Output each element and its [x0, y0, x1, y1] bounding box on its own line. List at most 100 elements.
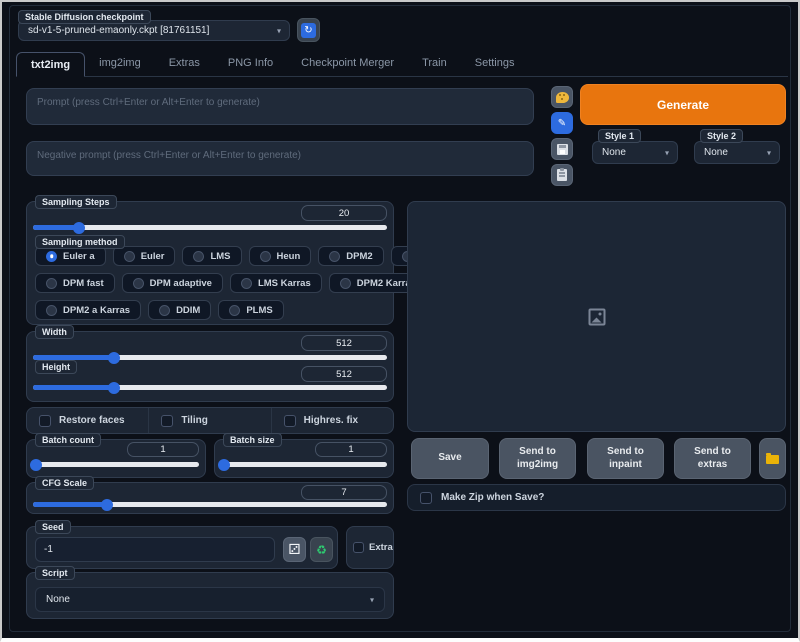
- sampling-method-option[interactable]: Euler a: [35, 246, 106, 266]
- cfg-scale-value[interactable]: 7: [301, 485, 387, 500]
- tab-img2img[interactable]: img2img: [85, 51, 155, 76]
- sampling-method-option[interactable]: DPM2 a Karras: [35, 300, 141, 320]
- width-label: Width: [35, 325, 74, 339]
- refresh-checkpoint-button[interactable]: ↻: [297, 18, 320, 42]
- slider-thumb[interactable]: [101, 499, 113, 511]
- sampling-method-option-label: DDIM: [176, 305, 200, 316]
- sampling-method-option[interactable]: DPM adaptive: [122, 273, 223, 293]
- generate-button[interactable]: Generate: [580, 84, 786, 125]
- batch-size-label: Batch size: [223, 433, 282, 447]
- radio-icon: [46, 305, 57, 316]
- radio-icon: [46, 278, 57, 289]
- save-button[interactable]: Save: [411, 438, 489, 479]
- width-slider[interactable]: [33, 355, 387, 360]
- highres-fix-checkbox[interactable]: Highres. fix: [271, 408, 393, 433]
- sampling-method-option-label: PLMS: [246, 305, 272, 316]
- cfg-panel: CFG Scale 7: [26, 482, 394, 514]
- reuse-seed-button[interactable]: ♻: [310, 537, 333, 562]
- clipboard-icon: [557, 169, 567, 181]
- send-to-inpaint-button[interactable]: Send to inpaint: [587, 438, 664, 479]
- extra-seed-label: Extra: [369, 542, 393, 553]
- style2-label: Style 2: [700, 129, 743, 143]
- radio-icon: [46, 251, 57, 262]
- sampling-steps-slider[interactable]: [33, 225, 387, 230]
- sampling-method-option[interactable]: PLMS: [218, 300, 283, 320]
- apply-style-button[interactable]: [551, 164, 573, 186]
- negative-prompt-input[interactable]: Negative prompt (press Ctrl+Enter or Alt…: [26, 141, 534, 176]
- checkbox-icon: [353, 542, 364, 553]
- save-style-button[interactable]: [551, 138, 573, 160]
- restore-faces-checkbox[interactable]: Restore faces: [27, 408, 148, 433]
- sampling-method-row-1: Euler a Euler LMS Heun DPM2 DPM2 a: [35, 246, 464, 266]
- paste-params-button[interactable]: ✎: [551, 112, 573, 134]
- tab-png-info[interactable]: PNG Info: [214, 51, 287, 76]
- tab-txt2img[interactable]: txt2img: [16, 52, 85, 77]
- style2-select[interactable]: None ▾: [694, 141, 780, 164]
- random-seed-button[interactable]: ⚂: [283, 537, 306, 562]
- slider-thumb[interactable]: [108, 382, 120, 394]
- sampling-method-option-label: DPM2 a Karras: [63, 305, 130, 316]
- chevron-down-icon: ▾: [370, 595, 374, 604]
- result-image-area: [407, 201, 786, 432]
- recycle-icon: ♻: [316, 544, 327, 556]
- tab-checkpoint-merger[interactable]: Checkpoint Merger: [287, 51, 408, 76]
- send-to-extras-button[interactable]: Send to extras: [674, 438, 751, 479]
- sampling-method-option[interactable]: DDIM: [148, 300, 211, 320]
- image-placeholder-dot: [598, 312, 601, 315]
- slider-fill: [33, 502, 107, 507]
- batch-count-value[interactable]: 1: [127, 442, 199, 457]
- send-to-img2img-button[interactable]: Send to img2img: [499, 438, 576, 479]
- slider-fill: [33, 385, 114, 390]
- palette-icon: [556, 92, 569, 103]
- style1-select[interactable]: None ▾: [592, 141, 678, 164]
- extra-seed-checkbox[interactable]: Extra: [346, 526, 394, 569]
- radio-icon: [159, 305, 170, 316]
- cfg-scale-slider[interactable]: [33, 502, 387, 507]
- sampling-method-option-label: LMS Karras: [258, 278, 311, 289]
- radio-icon: [340, 278, 351, 289]
- slider-thumb[interactable]: [73, 222, 85, 234]
- restore-faces-label: Restore faces: [59, 415, 125, 426]
- prompt-input[interactable]: Prompt (press Ctrl+Enter or Alt+Enter to…: [26, 88, 534, 125]
- tiling-label: Tiling: [181, 415, 207, 426]
- batch-size-value[interactable]: 1: [315, 442, 387, 457]
- seed-panel: Seed ⚂ ♻: [26, 526, 338, 569]
- random-artist-button[interactable]: [551, 86, 573, 108]
- sampling-method-option[interactable]: DPM fast: [35, 273, 115, 293]
- sampling-steps-value[interactable]: 20: [301, 205, 387, 221]
- batch-count-panel: Batch count 1: [26, 439, 206, 478]
- script-select[interactable]: None ▾: [35, 587, 385, 612]
- sampling-method-option[interactable]: DPM2: [318, 246, 383, 266]
- slider-thumb[interactable]: [108, 352, 120, 364]
- radio-icon: [260, 251, 271, 262]
- sampling-method-option[interactable]: Euler: [113, 246, 176, 266]
- height-value[interactable]: 512: [301, 366, 387, 382]
- sampling-method-option[interactable]: LMS: [182, 246, 241, 266]
- sampling-method-option-label: DPM adaptive: [150, 278, 212, 289]
- batch-size-slider[interactable]: [221, 462, 387, 467]
- sampling-method-option[interactable]: Heun: [249, 246, 312, 266]
- chevron-down-icon: ▾: [767, 148, 771, 157]
- batch-count-slider[interactable]: [33, 462, 199, 467]
- tab-settings[interactable]: Settings: [461, 51, 529, 76]
- pencil-icon: ✎: [558, 118, 566, 129]
- tab-extras[interactable]: Extras: [155, 51, 214, 76]
- tiling-checkbox[interactable]: Tiling: [148, 408, 270, 433]
- radio-icon: [241, 278, 252, 289]
- width-value[interactable]: 512: [301, 335, 387, 351]
- make-zip-checkbox[interactable]: Make Zip when Save?: [407, 484, 786, 511]
- sampling-steps-label: Sampling Steps: [35, 195, 117, 209]
- sampling-method-option[interactable]: LMS Karras: [230, 273, 322, 293]
- script-label: Script: [35, 566, 75, 580]
- open-folder-button[interactable]: [759, 438, 786, 479]
- height-slider[interactable]: [33, 385, 387, 390]
- tab-train[interactable]: Train: [408, 51, 461, 76]
- script-panel: Script None ▾: [26, 572, 394, 619]
- style1-value: None: [602, 147, 626, 158]
- cfg-scale-label: CFG Scale: [35, 476, 94, 490]
- slider-thumb[interactable]: [218, 459, 230, 471]
- style1-label: Style 1: [598, 129, 641, 143]
- slider-thumb[interactable]: [30, 459, 42, 471]
- chevron-down-icon: ▾: [665, 148, 669, 157]
- seed-input[interactable]: [35, 537, 275, 562]
